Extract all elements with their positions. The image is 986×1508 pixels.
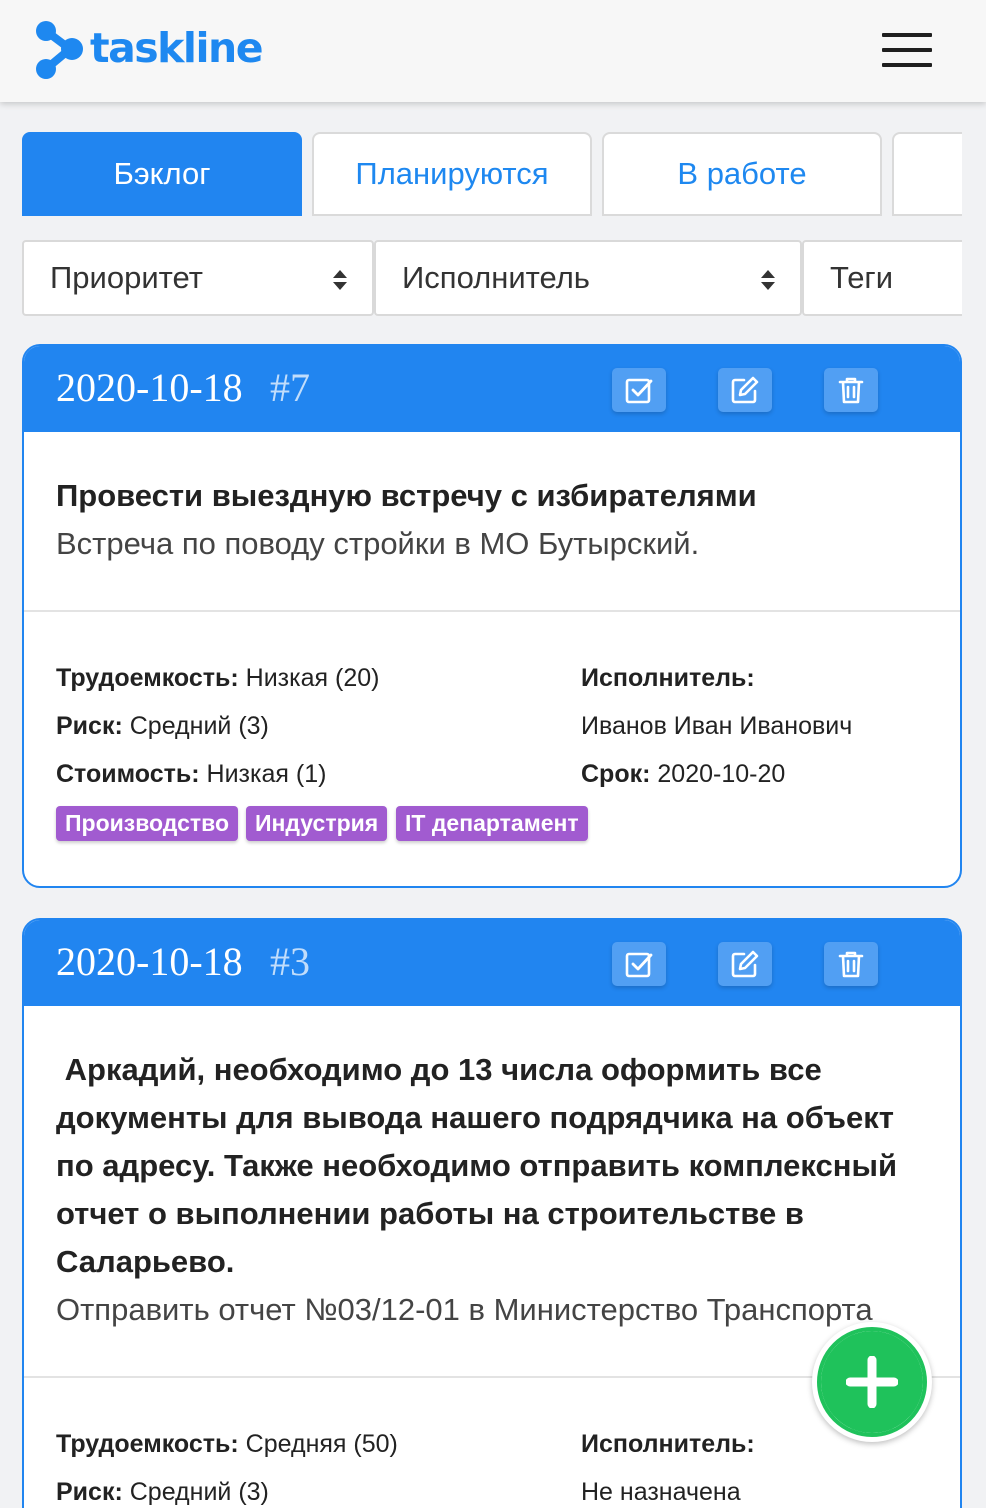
labor-field: Трудоемкость: Средняя (50): [56, 1430, 398, 1458]
tab-backlog[interactable]: Бэклог: [22, 132, 302, 216]
complete-task-button[interactable]: [612, 942, 666, 986]
assignee-label: Исполнитель:: [581, 1430, 755, 1458]
add-task-button[interactable]: [812, 1322, 932, 1442]
complete-task-button[interactable]: [612, 368, 666, 412]
edit-icon: [731, 376, 759, 404]
task-card: 2020-10-18 #7 Провести выездную встречу …: [22, 344, 962, 888]
brand-logo[interactable]: taskline: [34, 16, 264, 84]
task-title: Провести выездную встречу с избирателями: [56, 478, 757, 513]
task-number: #3: [270, 939, 310, 984]
tab-in-progress[interactable]: В работе: [602, 132, 882, 216]
task-description: Встреча по поводу стройки в МО Бутырский…: [56, 526, 700, 561]
tags-select-label: Теги: [830, 260, 894, 295]
top-navbar: taskline: [0, 0, 986, 102]
assignee-select-label: Исполнитель: [402, 260, 590, 295]
brand-name: taskline: [90, 24, 264, 72]
filter-bar: Приоритет Исполнитель Теги: [22, 240, 962, 316]
task-date: 2020-10-18: [56, 939, 243, 984]
risk-field: Риск: Средний (3): [56, 1478, 269, 1506]
assignee-value: Не назначена: [581, 1478, 741, 1506]
task-card-body: Аркадий, необходимо до 13 числа оформить…: [24, 1006, 960, 1378]
risk-field: Риск: Средний (3): [56, 712, 269, 740]
tags-select[interactable]: Теги: [802, 240, 962, 316]
sort-caret-icon: [761, 270, 775, 290]
labor-field: Трудоемкость: Низкая (20): [56, 664, 380, 692]
task-card-header: 2020-10-18 #3: [24, 920, 960, 1006]
task-date: 2020-10-18: [56, 365, 243, 410]
trash-icon: [838, 951, 864, 978]
sort-caret-icon: [333, 270, 347, 290]
delete-task-button[interactable]: [824, 942, 878, 986]
tag-badge[interactable]: Индустрия: [246, 806, 388, 841]
tab-next-partial[interactable]: [892, 132, 962, 216]
deadline-field: Срок: 2020-10-20: [581, 760, 786, 788]
checkbox-icon: [625, 378, 653, 404]
edit-icon: [731, 950, 759, 978]
tag-list: Производство Индустрия IT департамент: [56, 806, 616, 846]
task-card-header: 2020-10-18 #7: [24, 346, 960, 432]
task-description: Отправить отчет №03/12-01 в Министерство…: [56, 1292, 873, 1327]
tag-badge[interactable]: Производство: [56, 806, 239, 841]
status-tabs: Бэклог Планируются В работе: [22, 132, 962, 216]
assignee-label: Исполнитель:: [581, 664, 755, 692]
hamburger-menu-icon[interactable]: [880, 30, 934, 70]
plus-icon: [846, 1356, 898, 1408]
task-card-body: Провести выездную встречу с избирателями…: [24, 432, 960, 612]
priority-select-label: Приоритет: [50, 260, 203, 295]
cost-field: Стоимость: Низкая (1): [56, 760, 327, 788]
checkbox-icon: [625, 952, 653, 978]
task-number: #7: [270, 365, 310, 410]
priority-select[interactable]: Приоритет: [22, 240, 374, 316]
trash-icon: [838, 377, 864, 404]
task-card-meta: Трудоемкость: Низкая (20) Риск: Средний …: [24, 612, 960, 886]
molecule-logo-icon: [36, 21, 83, 79]
delete-task-button[interactable]: [824, 368, 878, 412]
edit-task-button[interactable]: [718, 942, 772, 986]
task-title: Аркадий, необходимо до 13 числа оформить…: [56, 1052, 906, 1279]
assignee-value: Иванов Иван Иванович: [581, 712, 853, 740]
tab-planned[interactable]: Планируются: [312, 132, 592, 216]
tag-badge[interactable]: IT департамент: [396, 806, 588, 841]
assignee-select[interactable]: Исполнитель: [374, 240, 802, 316]
task-card: 2020-10-18 #3 Аркадий, необходимо до 13 …: [22, 918, 962, 1508]
edit-task-button[interactable]: [718, 368, 772, 412]
